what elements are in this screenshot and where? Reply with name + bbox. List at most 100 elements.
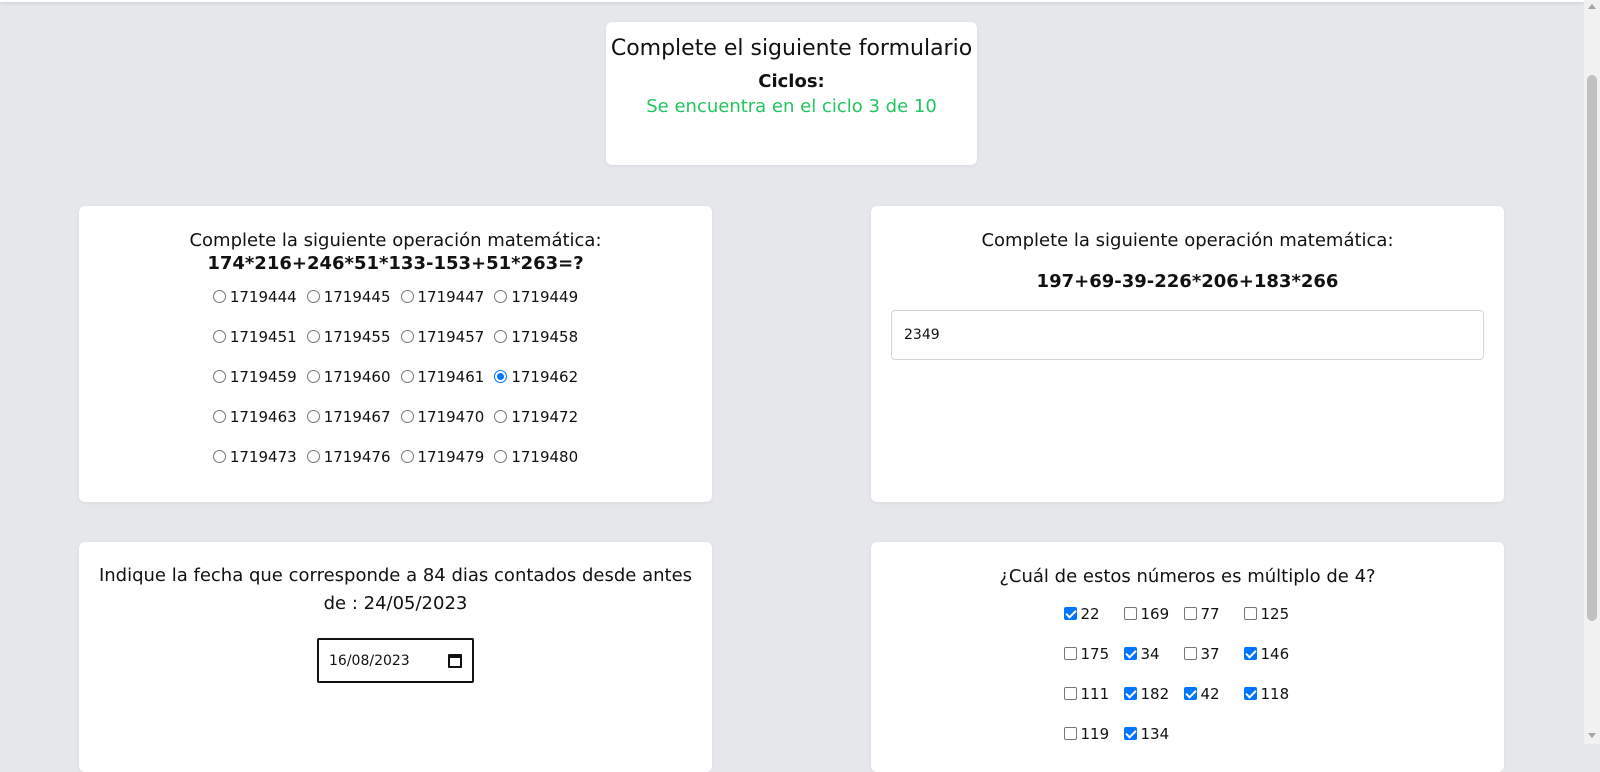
scrollbar[interactable]: [1584, 0, 1600, 744]
answer-input[interactable]: [891, 310, 1484, 360]
radio-button[interactable]: [400, 450, 414, 463]
checkbox[interactable]: [1123, 687, 1137, 700]
radio-button[interactable]: [494, 450, 508, 463]
calendar-icon[interactable]: [448, 653, 462, 668]
checkbox[interactable]: [1123, 727, 1137, 740]
checkbox-option[interactable]: 22: [1063, 602, 1124, 625]
checkbox[interactable]: [1243, 687, 1257, 700]
radio-button[interactable]: [400, 290, 414, 303]
checkbox-option[interactable]: 125: [1243, 602, 1304, 625]
checkbox-option[interactable]: 77: [1183, 602, 1244, 625]
checkbox-option[interactable]: 111: [1063, 682, 1124, 705]
radio-option[interactable]: 1719461: [400, 365, 484, 388]
checkbox[interactable]: [1063, 607, 1077, 620]
checkbox[interactable]: [1123, 647, 1137, 660]
checkbox[interactable]: [1243, 607, 1257, 620]
radio-option[interactable]: 1719459: [212, 365, 297, 388]
radio-option-label: 1719463: [229, 407, 297, 426]
checkbox[interactable]: [1243, 647, 1257, 660]
checkbox-option[interactable]: 34: [1123, 642, 1184, 665]
radio-button[interactable]: [306, 410, 320, 423]
checkbox[interactable]: [1183, 647, 1197, 660]
radio-button[interactable]: [212, 330, 226, 343]
checkbox-option[interactable]: 146: [1243, 642, 1304, 665]
radio-button[interactable]: [306, 330, 320, 343]
radio-button[interactable]: [494, 290, 508, 303]
checkbox-option[interactable]: 182: [1123, 682, 1184, 705]
radio-option[interactable]: 1719447: [400, 285, 484, 308]
radio-button[interactable]: [212, 290, 226, 303]
radio-option[interactable]: 1719457: [400, 325, 484, 348]
checkbox-option-label: 175: [1080, 644, 1110, 663]
checkbox-option[interactable]: 119: [1063, 722, 1124, 745]
radio-button[interactable]: [494, 410, 508, 423]
checkbox[interactable]: [1183, 687, 1197, 700]
radio-option-label: 1719472: [511, 407, 579, 426]
radio-option[interactable]: 1719473: [212, 445, 297, 468]
radio-button[interactable]: [400, 370, 414, 383]
checkbox-option-label: 146: [1260, 644, 1290, 663]
header-card: Complete el siguiente formulario Ciclos:…: [606, 22, 977, 165]
checkbox[interactable]: [1063, 687, 1077, 700]
radio-option[interactable]: 1719455: [306, 325, 391, 348]
radio-option-label: 1719467: [323, 407, 391, 426]
radio-option[interactable]: 1719472: [494, 405, 578, 428]
radio-option-label: 1719444: [229, 287, 297, 306]
radio-option-label: 1719462: [511, 367, 579, 386]
radio-option[interactable]: 1719479: [400, 445, 485, 468]
radio-option[interactable]: 1719449: [494, 285, 578, 308]
checkbox-option-label: 42: [1200, 684, 1220, 703]
scroll-down-arrow-icon[interactable]: [1588, 733, 1596, 738]
cycles-status: Se encuentra en el ciclo 3 de 10: [646, 96, 937, 117]
radio-option-label: 1719480: [511, 447, 579, 466]
radio-option[interactable]: 1719458: [494, 325, 578, 348]
question-title: ¿Cuál de estos números es múltiplo de 4?: [999, 566, 1376, 587]
radio-option[interactable]: 1719480: [494, 445, 578, 468]
page-title: Complete el siguiente formulario: [610, 36, 973, 61]
checkbox-option[interactable]: 37: [1183, 642, 1244, 665]
radio-option-label: 1719479: [417, 447, 485, 466]
date-input[interactable]: 16/08/2023: [317, 638, 474, 683]
radio-button[interactable]: [306, 370, 320, 383]
radio-option[interactable]: 1719470: [400, 405, 485, 428]
radio-option[interactable]: 1719462: [494, 365, 578, 388]
cycles-label: Ciclos:: [758, 71, 825, 92]
checkbox-option-label: 182: [1140, 684, 1170, 703]
question-title: Complete la siguiente operación matemáti…: [981, 230, 1394, 251]
multiple-of-four-card: ¿Cuál de estos números es múltiplo de 4?…: [871, 542, 1504, 772]
math-radio-question-card: Complete la siguiente operación matemáti…: [79, 206, 712, 502]
radio-option-label: 1719451: [229, 327, 297, 346]
scroll-thumb[interactable]: [1587, 75, 1597, 621]
radio-button[interactable]: [400, 410, 414, 423]
radio-option[interactable]: 1719451: [212, 325, 297, 348]
radio-option-label: 1719470: [417, 407, 485, 426]
radio-button[interactable]: [494, 370, 508, 383]
checkbox-option[interactable]: 175: [1063, 642, 1124, 665]
radio-button[interactable]: [212, 370, 226, 383]
radio-option-label: 1719445: [323, 287, 391, 306]
checkbox-option[interactable]: 169: [1123, 602, 1184, 625]
radio-button[interactable]: [494, 330, 508, 343]
radio-button[interactable]: [306, 290, 320, 303]
checkbox[interactable]: [1183, 607, 1197, 620]
radio-button[interactable]: [400, 330, 414, 343]
radio-button[interactable]: [212, 410, 226, 423]
radio-option[interactable]: 1719444: [212, 285, 297, 308]
checkbox[interactable]: [1063, 727, 1077, 740]
radio-option[interactable]: 1719476: [306, 445, 391, 468]
top-bar: [0, 0, 1584, 2]
checkbox[interactable]: [1063, 647, 1077, 660]
question-title: Indique la fecha que corresponde a 84 di…: [98, 565, 693, 614]
radio-option[interactable]: 1719463: [212, 405, 297, 428]
radio-option[interactable]: 1719467: [306, 405, 391, 428]
radio-button[interactable]: [306, 450, 320, 463]
radio-option[interactable]: 1719445: [306, 285, 391, 308]
checkbox-option[interactable]: 118: [1243, 682, 1304, 705]
radio-button[interactable]: [212, 450, 226, 463]
radio-option[interactable]: 1719460: [306, 365, 391, 388]
checkbox[interactable]: [1123, 607, 1137, 620]
scroll-up-arrow-icon[interactable]: [1588, 4, 1596, 9]
checkbox-option-label: 37: [1200, 644, 1220, 663]
checkbox-option[interactable]: 134: [1123, 722, 1184, 745]
checkbox-option[interactable]: 42: [1183, 682, 1244, 705]
